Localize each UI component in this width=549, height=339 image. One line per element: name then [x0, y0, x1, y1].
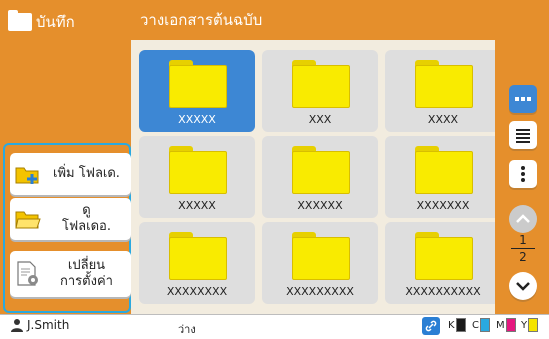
folder-tile[interactable]: XXXX [385, 50, 501, 132]
ink-label: K [448, 319, 455, 331]
folder-icon [169, 146, 227, 194]
page-current: 1 [519, 233, 527, 247]
list-view-icon [516, 129, 530, 143]
more-options-button[interactable] [509, 160, 537, 188]
folder-open-icon [14, 205, 42, 233]
page-total: 2 [519, 250, 527, 264]
scroll-up-button[interactable] [509, 205, 537, 233]
view-folder-label-line1: ดู [82, 203, 91, 218]
grid-view-icon [515, 97, 531, 101]
folder-tile[interactable]: XXXXXXXX [139, 222, 255, 304]
folder-add-icon [14, 160, 42, 188]
folder-icon [292, 60, 350, 108]
folder-icon [292, 146, 350, 194]
folder-name: XXX [308, 113, 332, 126]
ink-level-bar [528, 318, 539, 332]
folder-tile[interactable]: XXXXXXXXX [262, 222, 378, 304]
chevron-up-icon [516, 214, 530, 223]
view-folder-label-line2: โฟลเดอ. [62, 219, 111, 234]
user-icon [11, 319, 23, 332]
page-divider [511, 248, 535, 249]
view-folder-button[interactable]: ดู โฟลเดอ. [10, 198, 131, 240]
ink-level-bar [455, 318, 466, 332]
ink-label: C [472, 319, 479, 331]
change-settings-label: เปลี่ยน การตั้งค่า [42, 258, 131, 290]
list-view-button[interactable] [509, 121, 537, 149]
ink-label: Y [521, 319, 528, 331]
ink-indicator-c: C [472, 318, 490, 332]
ink-indicator-m: M [496, 318, 516, 332]
view-folder-label: ดู โฟลเดอ. [42, 203, 131, 235]
folder-icon [415, 60, 473, 108]
folder-name: XXXXXXX [416, 199, 470, 212]
status-bar [0, 314, 549, 338]
change-settings-label-line2: การตั้งค่า [60, 274, 113, 289]
folder-name: XXXXX [178, 113, 216, 126]
ink-indicator-y: Y [521, 318, 539, 332]
status-text: ว่าง [178, 323, 196, 336]
ink-level-bar [505, 318, 516, 332]
user-info[interactable]: J.Smith [10, 318, 69, 332]
grid-view-button[interactable] [509, 85, 537, 113]
folder-icon [292, 232, 350, 280]
folder-name: XXXXXXXXX [286, 285, 354, 298]
folder-icon [169, 60, 227, 108]
document-settings-icon [14, 260, 42, 288]
folder-tile[interactable]: XXXXX [139, 136, 255, 218]
scroll-down-button[interactable] [509, 272, 537, 300]
folder-icon [8, 10, 32, 31]
link-status-icon [422, 317, 440, 339]
change-settings-button[interactable]: เปลี่ยน การตั้งค่า [10, 251, 131, 297]
folder-name: XXXXXXXX [166, 285, 228, 298]
app-title: บันทึก [8, 10, 75, 34]
folder-tile[interactable]: XXX [262, 50, 378, 132]
ink-label: M [496, 319, 505, 331]
folder-tile[interactable]: XXXXXXX [385, 136, 501, 218]
more-options-icon [521, 166, 525, 182]
folder-tile[interactable]: XXXXXX [262, 136, 378, 218]
folder-name: XXXXXXXXXX [405, 285, 481, 298]
header-title: วางเอกสารต้นฉบับ [140, 11, 263, 29]
app-title-text: บันทึก [36, 13, 75, 31]
add-folder-button[interactable]: เพิ่ม โฟลเด. [10, 153, 131, 195]
folder-tile[interactable]: XXXXX [139, 50, 255, 132]
user-name: J.Smith [27, 318, 70, 332]
folder-icon [415, 232, 473, 280]
add-folder-label: เพิ่ม โฟลเด. [53, 166, 120, 181]
folder-name: XXXXXX [297, 199, 343, 212]
folder-name: XXXXX [178, 199, 216, 212]
ink-level-bar [479, 318, 490, 332]
action-button-group: เพิ่ม โฟลเด. ดู โฟลเดอ. เปลี่ยน การตั้งค… [3, 143, 131, 313]
folder-icon [169, 232, 227, 280]
folder-name: XXXX [427, 113, 459, 126]
page-indicator: 1 2 [505, 233, 541, 264]
change-settings-label-line1: เปลี่ยน [67, 258, 106, 273]
chevron-down-icon [516, 282, 530, 291]
ink-indicator-k: K [448, 318, 466, 332]
folder-icon [415, 146, 473, 194]
folder-tile[interactable]: XXXXXXXXXX [385, 222, 501, 304]
